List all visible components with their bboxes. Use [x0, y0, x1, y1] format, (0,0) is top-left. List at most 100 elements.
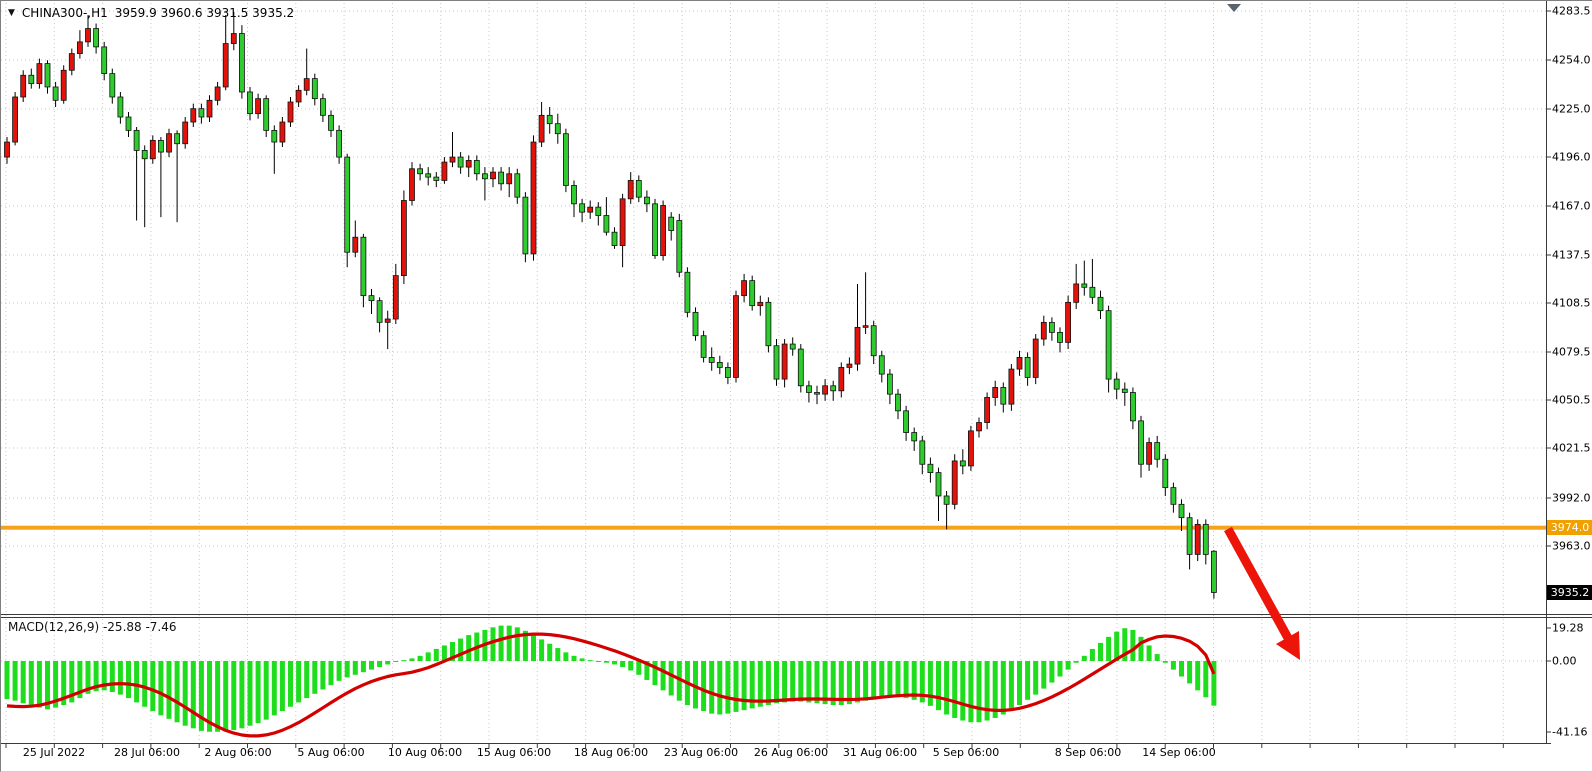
candle-body: [13, 97, 18, 142]
macd-histogram-bar: [952, 661, 957, 718]
macd-histogram-bar: [256, 661, 261, 723]
candle-body: [871, 326, 876, 356]
down-trend-arrow: [1228, 529, 1300, 660]
candle-body: [410, 169, 415, 201]
time-tick-label: 2 Aug 06:00: [204, 746, 271, 759]
candle-body: [928, 464, 933, 472]
candle-body: [815, 392, 820, 394]
candle-body: [337, 130, 342, 157]
candle-body: [191, 109, 196, 122]
macd-histogram-bar: [134, 661, 139, 702]
candle-body: [223, 44, 228, 87]
price-tick-label: 4283.5: [1552, 5, 1591, 18]
candle-body: [750, 281, 755, 306]
candle-body: [1211, 551, 1216, 592]
macd-histogram-bar: [1106, 637, 1111, 661]
macd-histogram-bar: [385, 661, 390, 664]
macd-histogram-bar: [1203, 661, 1208, 697]
candle-body: [150, 140, 155, 158]
macd-histogram-bar: [806, 661, 811, 702]
macd-histogram-bar: [329, 661, 334, 685]
candle-body: [158, 140, 163, 152]
macd-histogram-bar: [361, 661, 366, 672]
candle-body: [588, 207, 593, 212]
macd-histogram-bar: [701, 661, 706, 711]
candle-body: [653, 204, 658, 256]
candle-body: [604, 216, 609, 233]
price-tick-label: 4196.0: [1552, 151, 1591, 164]
symbol-dropdown-icon[interactable]: ▼: [8, 9, 15, 18]
candle-body: [110, 74, 115, 97]
macd-histogram-bar: [320, 661, 325, 689]
macd-histogram-bar: [1049, 661, 1054, 683]
candle-body: [450, 157, 455, 162]
macd-histogram-bar: [1074, 661, 1079, 663]
candle-body: [636, 180, 641, 197]
macd-histogram-bar: [345, 661, 350, 677]
candle-body: [620, 199, 625, 246]
candle-body: [782, 344, 787, 379]
candle-body: [86, 29, 91, 42]
candle-body: [725, 367, 730, 377]
candle-body: [264, 99, 269, 131]
macd-histogram-bar: [1017, 661, 1022, 705]
macd-values: -25.88 -7.46: [103, 620, 177, 634]
macd-histogram-bar: [29, 661, 34, 706]
candle-body: [920, 441, 925, 464]
macd-histogram-bar: [272, 661, 277, 715]
candle-body: [466, 160, 471, 167]
chart-canvas[interactable]: [1, 1, 1592, 772]
macd-histogram-bar: [304, 661, 309, 698]
candle-body: [175, 134, 180, 144]
candle-body: [401, 200, 406, 275]
macd-signal-line: [7, 634, 1214, 736]
macd-histogram-bar: [985, 661, 990, 721]
macd-histogram-bar: [231, 661, 236, 730]
macd-histogram-bar: [401, 660, 406, 661]
candle-body: [1001, 387, 1006, 404]
candle-body: [1017, 357, 1022, 369]
macd-histogram-bar: [21, 661, 26, 703]
macd-histogram-bar: [288, 661, 293, 707]
candle-body: [742, 281, 747, 296]
macd-histogram-bar: [1058, 661, 1063, 677]
candle-body: [644, 197, 649, 204]
time-tick-label: 5 Sep 06:00: [933, 746, 999, 759]
macd-histogram-bar: [1195, 661, 1200, 690]
candle-body: [248, 92, 253, 114]
candle-body: [798, 349, 803, 386]
macd-histogram-bar: [466, 635, 471, 661]
macd-histogram-bar: [661, 661, 666, 690]
macd-histogram-bar: [5, 661, 10, 699]
candle-body: [896, 394, 901, 411]
candle-body: [1074, 284, 1079, 302]
macd-histogram-bar: [596, 661, 601, 662]
candle-body: [774, 346, 779, 379]
candle-body: [288, 102, 293, 122]
macd-histogram-bar: [1082, 656, 1087, 661]
price-tick-label: 4108.5: [1552, 297, 1591, 310]
time-tick-label: 5 Aug 06:00: [297, 746, 364, 759]
macd-histogram-bar: [977, 661, 982, 722]
candle-body: [1090, 287, 1095, 297]
macd-histogram-bar: [904, 661, 909, 698]
macd-histogram-bar: [847, 661, 852, 704]
horizontal-level-line: [1, 526, 1546, 530]
candle-body: [1066, 302, 1071, 342]
candle-body: [912, 433, 917, 441]
chart-shift-marker-icon[interactable]: [1227, 4, 1241, 12]
last-price-tag: 3935.2: [1547, 585, 1592, 600]
macd-histogram-bar: [636, 661, 641, 675]
candle-body: [102, 47, 107, 74]
macd-histogram-bar: [855, 661, 860, 702]
candle-body: [806, 386, 811, 393]
macd-histogram-bar: [588, 660, 593, 661]
title-ohlc-values: 3959.9 3960.6 3931.5 3935.2: [115, 6, 294, 20]
time-tick-label: 15 Aug 06:00: [477, 746, 551, 759]
macd-histogram-bar: [782, 661, 787, 702]
candle-body: [199, 109, 204, 117]
candle-body: [563, 134, 568, 186]
candle-body: [1179, 504, 1184, 517]
candle-body: [758, 302, 763, 305]
macd-histogram-bar: [968, 661, 973, 722]
